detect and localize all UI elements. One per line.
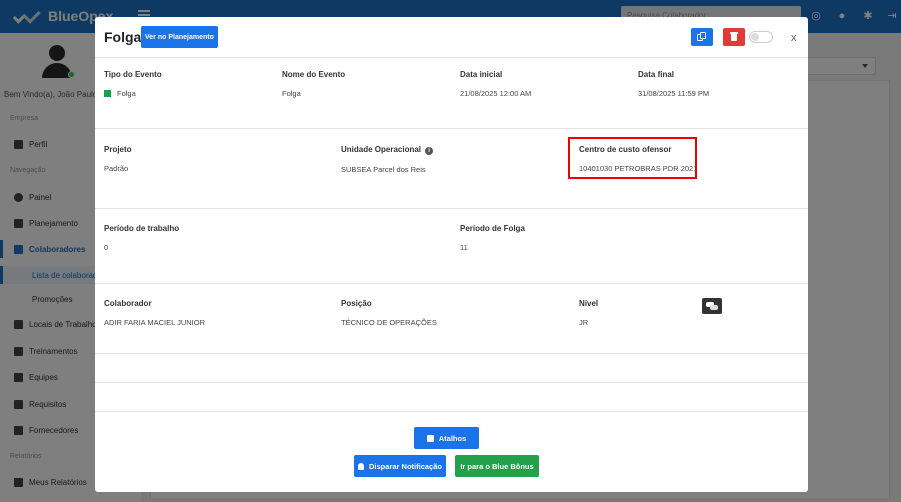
event-section: Tipo do Evento Folga Nome do Evento Folg… [95, 58, 808, 129]
collaborator-section: Colaborador ADIR FARIA MACIEL JUNIOR Pos… [95, 284, 808, 354]
modal-title: Folga [104, 29, 142, 45]
info-icon[interactable]: i [425, 147, 434, 155]
end-date-field: Data final 31/08/2025 11:59 PM [638, 70, 710, 98]
shortcuts-button[interactable]: Atalhos [414, 427, 479, 449]
off-period-field: Período de Folga 11 [460, 224, 525, 252]
blue-bonus-button[interactable]: Ir para o Blue Bônus [455, 455, 539, 477]
collaborator-field: Colaborador ADIR FARIA MACIEL JUNIOR [104, 299, 205, 327]
project-section: Projeto Padrão Unidade Operacional i SUBS… [95, 129, 808, 209]
toggle-switch[interactable] [749, 31, 773, 43]
start-date-field: Data inicial 21/08/2025 12:00 AM [460, 70, 532, 98]
empty-section [95, 354, 808, 383]
highlight-box [568, 137, 697, 179]
empty-section [95, 383, 808, 412]
position-field: Posição TÉCNICO DE OPERAÇÕES [341, 299, 437, 327]
modal-header: Folga Ver no Planejamento x [95, 17, 808, 58]
bell-icon [358, 462, 365, 470]
project-field: Projeto Padrão [104, 145, 132, 173]
chat-icon[interactable] [702, 298, 722, 314]
close-button[interactable]: x [791, 32, 797, 44]
operational-unit-field: Unidade Operacional i SUBSEA Parcel dos R… [341, 145, 434, 174]
event-name-field: Nome do Evento Folga [282, 70, 346, 98]
work-period-field: Período de trabalho 0 [104, 224, 180, 252]
event-color-swatch [104, 90, 111, 97]
level-field: Nível JR [579, 299, 599, 327]
view-planning-button[interactable]: Ver no Planejamento [141, 26, 218, 48]
period-section: Período de trabalho 0 Período de Folga 1… [95, 209, 808, 284]
event-type-field: Tipo do Evento Folga [104, 70, 162, 98]
copy-button[interactable] [691, 28, 713, 46]
shortcut-icon [426, 434, 434, 442]
delete-button[interactable] [723, 28, 745, 46]
send-notification-button[interactable]: Disparar Notificação [354, 455, 446, 477]
event-modal: Folga Ver no Planejamento x Tipo do Even… [95, 17, 808, 492]
